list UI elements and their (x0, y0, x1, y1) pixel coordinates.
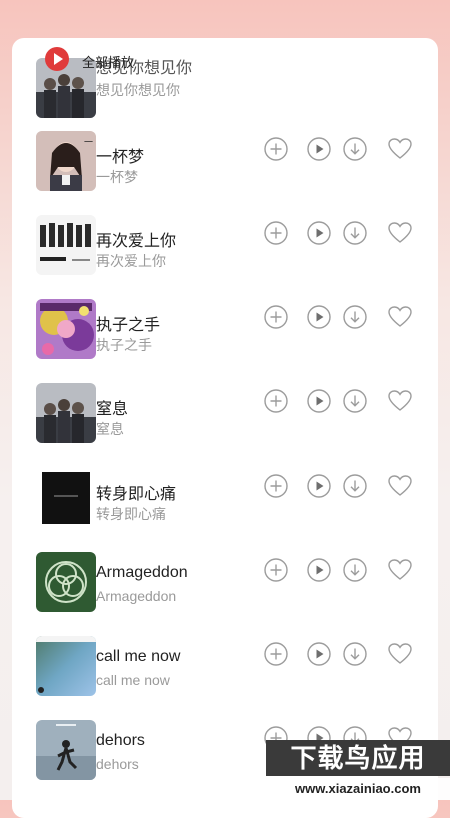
play-circle-icon[interactable] (307, 642, 331, 666)
add-to-playlist-icon[interactable] (264, 137, 288, 161)
song-row[interactable]: call me now call me now (12, 636, 438, 720)
song-subtitle: call me now (96, 672, 170, 688)
song-title: 再次爱上你 (96, 233, 177, 250)
play-all-label[interactable]: 全部播放 (82, 52, 134, 71)
song-title: dehors (96, 732, 145, 749)
play-all-icon[interactable] (45, 47, 69, 71)
download-icon[interactable] (343, 305, 367, 329)
download-icon[interactable] (343, 137, 367, 161)
heart-icon[interactable] (387, 641, 413, 667)
add-to-playlist-icon[interactable] (264, 305, 288, 329)
song-title: 窒息 (96, 401, 129, 418)
song-title: call me now (96, 648, 181, 665)
add-to-playlist-icon[interactable] (264, 221, 288, 245)
song-row[interactable]: 执子之手 执子之手 (12, 299, 438, 383)
song-subtitle: 一杯梦 (96, 169, 138, 185)
group-lineup-cover (36, 215, 96, 275)
song-row[interactable]: 一 一杯梦 一杯梦 (12, 131, 438, 215)
colorful-art-cover (36, 299, 96, 359)
song-subtitle: 执子之手 (96, 337, 152, 353)
play-circle-icon[interactable] (307, 558, 331, 582)
song-title: 一杯梦 (96, 149, 145, 166)
play-circle-icon[interactable] (307, 221, 331, 245)
green-emblem-cover (36, 552, 96, 612)
download-icon[interactable] (343, 221, 367, 245)
watermark-text: 下载鸟应用 (266, 740, 450, 776)
heart-icon[interactable] (387, 136, 413, 162)
heart-icon[interactable] (387, 557, 413, 583)
portrait-cover: 一 (36, 131, 96, 191)
song-row[interactable]: 窒息 窒息 (12, 383, 438, 467)
song-subtitle: 转身即心痛 (96, 506, 166, 522)
list-header: 全部播放 (12, 38, 438, 82)
song-row[interactable]: 转身即心痛 转身即心痛 (12, 468, 438, 552)
song-title: 转身即心痛 (96, 486, 177, 503)
download-icon[interactable] (343, 389, 367, 413)
dark-text-cover (36, 468, 96, 528)
download-icon[interactable] (343, 642, 367, 666)
heart-icon[interactable] (387, 304, 413, 330)
heart-icon[interactable] (387, 388, 413, 414)
song-title: 执子之手 (96, 317, 161, 334)
song-row[interactable]: 再次爱上你 再次爱上你 (12, 215, 438, 299)
play-circle-icon[interactable] (307, 474, 331, 498)
gradient-cover (36, 636, 96, 696)
add-to-playlist-icon[interactable] (264, 389, 288, 413)
download-icon[interactable] (343, 474, 367, 498)
download-icon[interactable] (343, 558, 367, 582)
play-circle-icon[interactable] (307, 137, 331, 161)
add-to-playlist-icon[interactable] (264, 558, 288, 582)
song-list-card: 全部播放 想见你想见你 想见你想见你 一 一杯梦 一杯梦 再次爱上你 再次爱上你… (12, 38, 438, 818)
song-subtitle: dehors (96, 756, 139, 772)
play-circle-icon[interactable] (307, 389, 331, 413)
song-subtitle: Armageddon (96, 588, 177, 604)
figure-cover (36, 720, 96, 780)
heart-icon[interactable] (387, 473, 413, 499)
song-subtitle: 再次爱上你 (96, 253, 166, 269)
group-photo-cover (36, 383, 96, 443)
heart-icon[interactable] (387, 220, 413, 246)
song-subtitle: 想见你想见你 (96, 82, 180, 98)
watermark: 下载鸟应用 www.xiazainiao.com (266, 740, 450, 800)
play-circle-icon[interactable] (307, 305, 331, 329)
add-to-playlist-icon[interactable] (264, 642, 288, 666)
add-to-playlist-icon[interactable] (264, 474, 288, 498)
watermark-url: www.xiazainiao.com (266, 778, 450, 800)
song-subtitle: 窒息 (96, 421, 124, 437)
svg-text:一: 一 (84, 138, 93, 148)
song-title: Armageddon (96, 564, 188, 581)
song-row[interactable]: Armageddon Armageddon (12, 552, 438, 636)
